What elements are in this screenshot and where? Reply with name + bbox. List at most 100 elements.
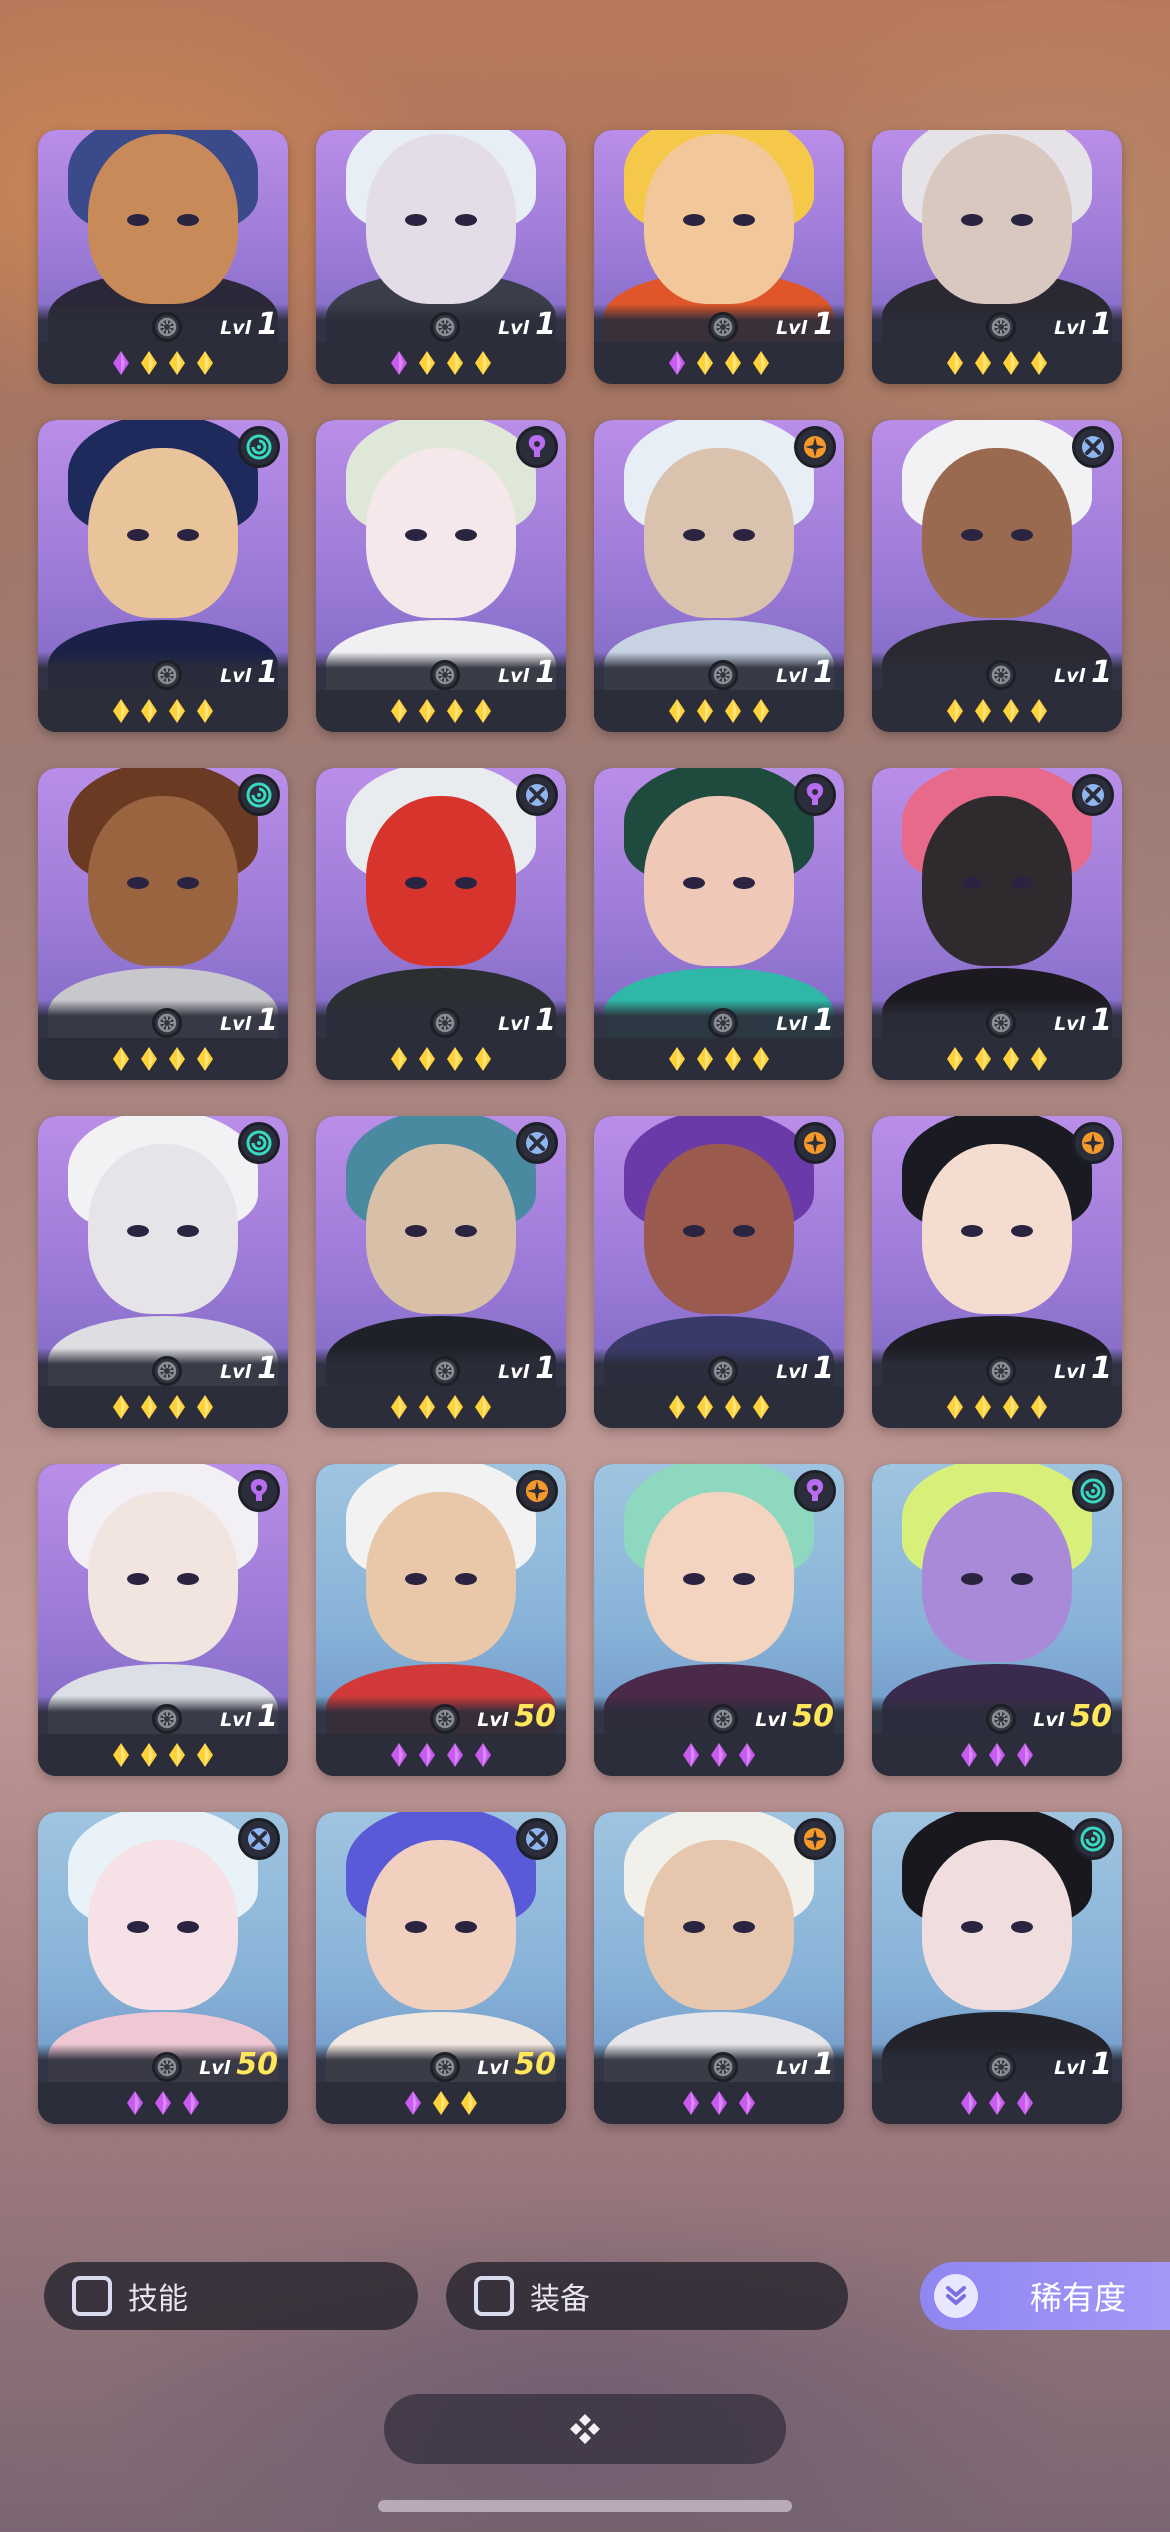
hero-card[interactable]: Lvl 1 [594,768,844,1080]
hero-card[interactable]: Lvl 1 [316,768,566,1080]
level-label: Lvl [498,316,530,339]
rarity-gems [594,690,844,732]
purple-gem-icon [445,1742,465,1768]
gear-icon [152,1356,182,1386]
rarity-sort-label: 稀有度 [1030,2279,1127,2317]
hero-card[interactable]: Lvl 1 [872,130,1122,384]
level-bar: Lvl 1 [38,304,288,344]
cross-class-icon [1072,426,1114,468]
level-label: Lvl [776,316,808,339]
gold-gem-icon [723,350,743,376]
level-bar: Lvl 50 [38,2044,288,2084]
hero-level: Lvl 1 [498,1003,556,1038]
gold-gem-icon [473,1046,493,1072]
hero-eyes-art [679,1225,759,1239]
skills-filter[interactable]: 技能 [44,2262,418,2330]
gold-gem-icon [1029,1046,1049,1072]
gold-gem-icon [667,1046,687,1072]
gold-gem-icon [723,1046,743,1072]
gold-gem-icon [945,1046,965,1072]
level-label: Lvl [1054,1360,1086,1383]
level-label: Lvl [477,2056,509,2079]
hero-eyes-art [679,1921,759,1935]
hero-card[interactable]: Lvl 1 [594,420,844,732]
hero-level: Lvl 1 [776,655,834,690]
gold-gem-icon [723,698,743,724]
hero-card[interactable]: Lvl 1 [38,768,288,1080]
hero-eyes-art [401,1573,481,1587]
gold-gem-icon [1001,1394,1021,1420]
level-label: Lvl [776,664,808,687]
hero-card[interactable]: Lvl 50 [316,1812,566,2124]
hero-card[interactable]: Lvl 1 [38,1116,288,1428]
hero-card[interactable]: Lvl 1 [38,420,288,732]
gold-gem-icon [195,1046,215,1072]
rarity-gems [316,1734,566,1776]
level-value: 1 [257,1698,278,1734]
keyhole-class-icon [794,1470,836,1512]
level-bar: Lvl 1 [316,1348,566,1388]
gold-gem-icon [1029,698,1049,724]
gear-icon [430,312,460,342]
hero-card[interactable]: Lvl 1 [316,420,566,732]
collapse-panel-button[interactable] [384,2394,786,2464]
spiral-class-icon [1072,1470,1114,1512]
level-label: Lvl [220,1012,252,1035]
hero-card[interactable]: Lvl 1 [594,130,844,384]
equipment-filter[interactable]: 装备 [446,2262,848,2330]
hero-level: Lvl 1 [220,1003,278,1038]
hero-card[interactable]: Lvl 1 [872,1812,1122,2124]
hero-card[interactable]: Lvl 50 [316,1464,566,1776]
rarity-gems [872,690,1122,732]
rarity-gems [316,342,566,384]
rarity-gems [872,2082,1122,2124]
gold-gem-icon [695,1046,715,1072]
hero-card[interactable]: Lvl 1 [38,130,288,384]
gold-gem-icon [695,1394,715,1420]
gold-gem-icon [111,698,131,724]
spiral-class-icon [238,774,280,816]
gold-gem-icon [473,350,493,376]
gear-icon [430,1704,460,1734]
hero-card[interactable]: Lvl 1 [594,1812,844,2124]
cross-class-icon [516,774,558,816]
hero-card[interactable]: Lvl 1 [38,1464,288,1776]
rarity-gems [316,1038,566,1080]
hero-card[interactable]: Lvl 50 [594,1464,844,1776]
rarity-gems [316,2082,566,2124]
hero-card[interactable]: Lvl 1 [316,130,566,384]
gear-icon [152,1704,182,1734]
purple-gem-icon [473,1742,493,1768]
hero-card[interactable]: Lvl 50 [872,1464,1122,1776]
hero-card[interactable]: Lvl 1 [872,1116,1122,1428]
hero-eyes-art [957,1921,1037,1935]
spiral-class-icon [238,426,280,468]
hero-card[interactable]: Lvl 50 [38,1812,288,2124]
hero-card[interactable]: Lvl 1 [316,1116,566,1428]
gold-gem-icon [111,1742,131,1768]
hero-level: Lvl 1 [498,1351,556,1386]
hero-card[interactable]: Lvl 1 [594,1116,844,1428]
level-value: 1 [1091,1002,1112,1038]
filter-bar: 技能 装备 稀有度 [44,2262,1170,2330]
gold-gem-icon [195,698,215,724]
purple-gem-icon [667,350,687,376]
hero-level: Lvl 1 [220,655,278,690]
rarity-sort-button[interactable]: 稀有度 [920,2262,1170,2330]
gear-icon [986,1008,1016,1038]
spiral-class-icon [238,1122,280,1164]
skills-checkbox[interactable] [72,2276,112,2316]
hero-card[interactable]: Lvl 1 [872,420,1122,732]
hero-card[interactable]: Lvl 1 [872,768,1122,1080]
gold-gem-icon [195,1742,215,1768]
hero-level: Lvl 50 [199,2047,278,2082]
gold-gem-icon [445,1046,465,1072]
gold-gem-icon [139,1046,159,1072]
hero-eyes-art [401,529,481,543]
hero-level: Lvl 1 [776,307,834,342]
level-label: Lvl [1054,664,1086,687]
star-class-icon [1072,1122,1114,1164]
gold-gem-icon [389,1046,409,1072]
level-label: Lvl [1054,2056,1086,2079]
equipment-checkbox[interactable] [474,2276,514,2316]
